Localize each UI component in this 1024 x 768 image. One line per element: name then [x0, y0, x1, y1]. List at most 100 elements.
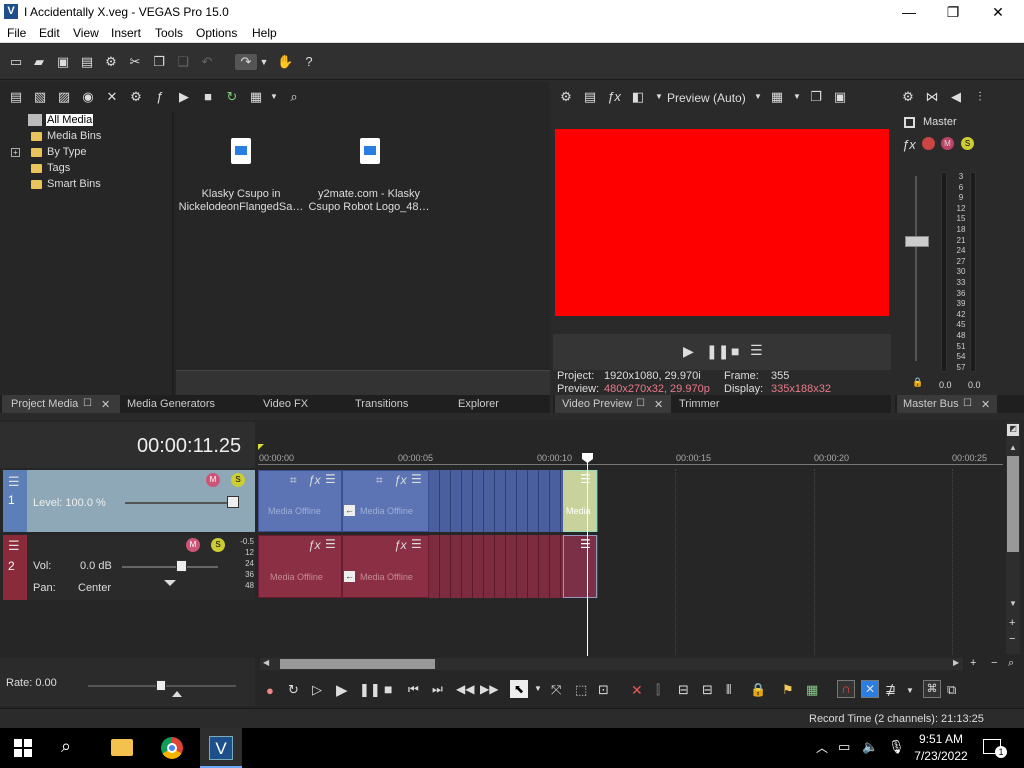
next-frame-icon[interactable]: ▶▶	[480, 682, 498, 696]
stacked-audio-clips[interactable]	[429, 535, 563, 598]
stop-media-icon[interactable]: ■	[200, 89, 216, 105]
menu-tools[interactable]: Tools	[155, 26, 183, 40]
scroll-up-icon[interactable]: ▲	[1009, 443, 1017, 452]
audio-clip-menu-icon[interactable]: ☰	[325, 537, 336, 551]
web-media-icon[interactable]: ◉	[80, 89, 96, 105]
play-icon[interactable]: ▶	[336, 681, 348, 699]
zoom-out-horizontal-icon[interactable]: −	[991, 657, 997, 669]
overlays-grid-icon[interactable]: ▦	[769, 89, 785, 105]
zoom-in-horizontal-icon[interactable]: +	[970, 657, 976, 669]
tree-item-tags[interactable]: Tags	[47, 162, 70, 174]
audio-clip-menu-icon[interactable]: ☰	[411, 537, 422, 551]
volume-icon[interactable]: 🔈	[862, 739, 878, 755]
minimize-button[interactable]: —	[889, 2, 929, 22]
media-properties-icon[interactable]: ⚙	[128, 89, 144, 105]
audio-back-arrow-icon[interactable]: ←	[344, 571, 355, 582]
tree-item-media-bins[interactable]: Media Bins	[47, 130, 101, 142]
trim-start-icon[interactable]: ⊟	[678, 682, 689, 698]
master-fx-chain-icon[interactable]	[922, 137, 935, 150]
preview-pause-icon[interactable]: ❚❚	[706, 343, 729, 360]
menu-edit[interactable]: Edit	[39, 26, 60, 40]
downmix-icon[interactable]: ⋈	[924, 89, 940, 105]
help-pointer-icon[interactable]: ?	[301, 54, 317, 70]
close-tab-icon[interactable]: ✕	[101, 398, 110, 411]
views-dropdown-icon[interactable]: ▼	[266, 89, 282, 105]
close-tab-icon[interactable]: ✕	[981, 398, 990, 411]
go-to-end-icon[interactable]: ⏭	[432, 682, 443, 697]
split-dropdown-icon[interactable]: ▼	[651, 89, 667, 105]
preview-stop-icon[interactable]: ■	[731, 343, 739, 359]
track2-menu-icon[interactable]: ☰	[8, 538, 20, 554]
redo-icon[interactable]: ↷	[235, 54, 257, 70]
properties-gear-icon[interactable]: ⚙	[103, 54, 119, 70]
quality-dropdown-icon[interactable]: ▼	[750, 89, 766, 105]
clip-fx-icon[interactable]: ƒx	[308, 473, 321, 487]
save-snapshot-icon[interactable]: ▣	[832, 89, 848, 105]
cut-icon[interactable]: ✂	[127, 54, 143, 70]
remove-media-icon[interactable]: ✕	[104, 89, 120, 105]
region-icon[interactable]: ▦	[806, 682, 818, 698]
speaker-icon[interactable]: ◀	[948, 89, 964, 105]
loop-marker-icon[interactable]	[258, 444, 264, 450]
copy-icon[interactable]: ❐	[151, 54, 167, 70]
media-horizontal-scrollbar[interactable]	[176, 370, 550, 395]
lock-events-icon[interactable]: 🔒	[750, 682, 766, 698]
audio-fx-icon[interactable]: ƒx	[308, 538, 321, 552]
redo-dropdown-icon[interactable]: ▼	[259, 54, 269, 70]
tab-explorer[interactable]: Explorer	[458, 398, 499, 410]
track1-menu-icon[interactable]: ☰	[8, 474, 20, 490]
clock-date[interactable]: 7/23/2022	[910, 749, 972, 763]
menu-file[interactable]: File	[7, 26, 26, 40]
master-fader-handle[interactable]	[905, 236, 929, 247]
zoom-in-vertical-icon[interactable]: +	[1009, 617, 1015, 629]
solo-icon[interactable]: S	[961, 137, 974, 150]
undo-icon[interactable]: ↶	[199, 54, 215, 70]
video-fx-icon[interactable]: ƒx	[606, 89, 622, 105]
tree-item-by-type[interactable]: By Type	[47, 146, 87, 158]
tab-transitions[interactable]: Transitions	[355, 398, 408, 410]
trim-icon[interactable]: ⫿	[656, 682, 660, 698]
hand-tool-icon[interactable]: ✋	[277, 54, 293, 70]
preview-play-icon[interactable]: ▶	[683, 343, 694, 360]
copy-snapshot-icon[interactable]: ❐	[808, 89, 824, 105]
track2-pan-handle[interactable]	[164, 580, 176, 586]
search-icon[interactable]: ⌕	[286, 89, 302, 105]
track1-level-handle[interactable]	[227, 496, 239, 508]
clock-time[interactable]: 9:51 AM	[916, 732, 966, 746]
tree-item-smart-bins[interactable]: Smart Bins	[47, 178, 101, 190]
zoom-tool-icon[interactable]: ⌕	[1008, 657, 1014, 670]
record-icon[interactable]: ●	[266, 683, 274, 698]
mute-icon[interactable]: M	[941, 137, 954, 150]
master-fx-icon[interactable]: ƒx	[902, 137, 916, 152]
microphone-icon[interactable]: 🎙	[888, 739, 905, 755]
track1-mute-icon[interactable]: M	[206, 473, 220, 487]
time-ruler[interactable]: 00:00:00 00:00:05 00:00:10 00:00:15 00:0…	[258, 451, 1003, 469]
track2-vol-handle[interactable]	[176, 560, 187, 572]
clip-menu-icon[interactable]: ☰	[411, 472, 422, 486]
overlays-dropdown-icon[interactable]: ▼	[789, 89, 805, 105]
stacked-video-clips[interactable]	[429, 470, 563, 532]
open-folder-icon[interactable]: ▰	[31, 54, 47, 70]
auto-preview-icon[interactable]: ↻	[224, 89, 240, 105]
menu-options[interactable]: Options	[196, 26, 237, 40]
selection-tool-icon[interactable]: ⬚	[575, 682, 587, 698]
ripple-dropdown-icon[interactable]: ▼	[906, 686, 914, 695]
clip-menu-icon[interactable]: ☰	[580, 472, 591, 486]
tab-video-preview-label[interactable]: Video Preview	[562, 398, 632, 410]
zoom-out-vertical-icon[interactable]: −	[1009, 633, 1015, 645]
undock-icon[interactable]: ☐	[963, 398, 972, 409]
new-project-icon[interactable]: ▭	[8, 54, 24, 70]
track1-level-slider[interactable]	[125, 502, 237, 504]
envelope-tool-icon[interactable]: ⤧	[551, 682, 561, 698]
auto-ripple-icon[interactable]: ⋣	[885, 682, 896, 698]
ignore-grouping-icon[interactable]: ⧉	[947, 682, 956, 698]
playhead[interactable]	[587, 454, 588, 656]
views-icon[interactable]: ▦	[248, 89, 264, 105]
trim-end-icon[interactable]: ⊟	[702, 682, 713, 698]
snapping-magnet-icon[interactable]: ∩	[837, 680, 855, 698]
marker-icon[interactable]: ⚑	[782, 682, 794, 698]
track1-solo-icon[interactable]: S	[231, 473, 245, 487]
zoom-edit-tool-icon[interactable]: ⊡	[598, 682, 609, 698]
auto-crossfade-icon[interactable]: ✕	[861, 680, 879, 698]
import-media-icon[interactable]: ▤	[8, 89, 24, 105]
